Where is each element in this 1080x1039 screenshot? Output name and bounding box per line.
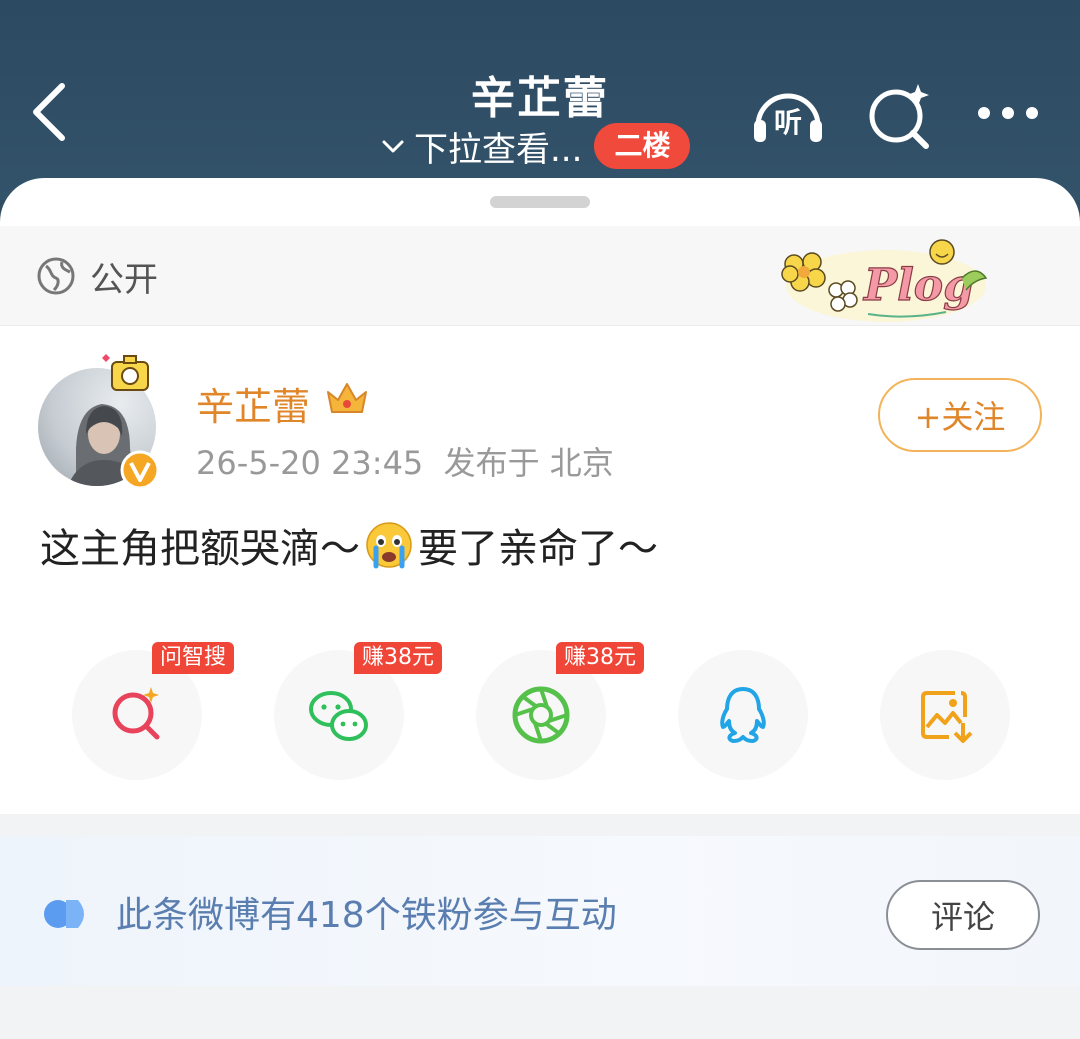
post-text-part-2: 要了亲命了～	[418, 526, 658, 572]
camera-sticker-icon	[102, 354, 149, 391]
follow-button[interactable]: +关注	[878, 378, 1042, 452]
drag-handle[interactable]	[490, 196, 590, 208]
pull-down-hint[interactable]: 下拉查看... 二楼	[380, 120, 691, 172]
crying-face-emoji-icon	[366, 522, 412, 569]
top-nav-bar: 辛芷蕾 下拉查看... 二楼 听	[0, 0, 1080, 200]
post-body: 这主角把额哭滴～ 要了亲命了～	[40, 516, 658, 574]
bottom-divider	[0, 986, 1080, 1039]
post-meta: 26-5-20 23:45 发布于 北京	[196, 438, 614, 484]
listen-icon[interactable]: 听	[750, 80, 826, 150]
plog-sticker: Plog	[781, 239, 988, 322]
share-row: 问智搜 赚38元 赚38元	[0, 642, 1080, 790]
post-text-part-1: 这主角把额哭滴～	[40, 526, 360, 572]
ai-search-icon	[112, 687, 160, 740]
listen-label: 听	[774, 106, 802, 139]
share-badge: 赚38元	[354, 642, 442, 674]
post-timestamp: 26-5-20 23:45	[196, 444, 424, 482]
post-card: 公开 Plog 辛芷蕾 26-5-20 23:45 发布于 北京 +关注 这主角…	[0, 178, 1080, 1039]
crown-icon	[327, 383, 367, 413]
post-location: 发布于 北京	[443, 444, 614, 482]
share-moments-button[interactable]: 赚38元	[476, 642, 644, 780]
username[interactable]: 辛芷蕾	[196, 376, 310, 431]
verified-badge-icon	[120, 450, 160, 490]
comment-button[interactable]: 评论	[886, 880, 1040, 950]
pull-down-text: 下拉查看...	[414, 129, 583, 170]
section-divider	[0, 814, 1080, 836]
moments-icon	[512, 686, 570, 744]
visibility-label: 公开	[90, 260, 158, 300]
save-image-button[interactable]	[880, 650, 1010, 780]
share-wechat-button[interactable]: 赚38元	[274, 642, 442, 780]
iron-fans-banner: 此条微博有418个铁粉参与互动 评论	[0, 836, 1080, 986]
share-badge: 问智搜	[152, 642, 235, 674]
chevron-down-icon	[382, 140, 404, 153]
iron-fans-text: 此条微博有418个铁粉参与互动	[116, 895, 617, 936]
share-qq-button[interactable]	[678, 650, 808, 780]
share-badge: 赚38元	[556, 642, 644, 674]
wechat-icon	[309, 691, 368, 741]
save-image-icon	[921, 691, 973, 743]
share-ai-search-button[interactable]: 问智搜	[72, 642, 235, 780]
plog-text: Plog	[862, 260, 974, 311]
globe-icon	[37, 257, 75, 295]
more-icon[interactable]	[970, 80, 1046, 150]
visibility-row: 公开 Plog	[0, 226, 1080, 326]
interaction-icon	[44, 900, 84, 928]
qq-icon	[720, 687, 766, 743]
ai-search-icon[interactable]	[862, 80, 938, 150]
second-floor-badge[interactable]: 二楼	[594, 123, 691, 169]
